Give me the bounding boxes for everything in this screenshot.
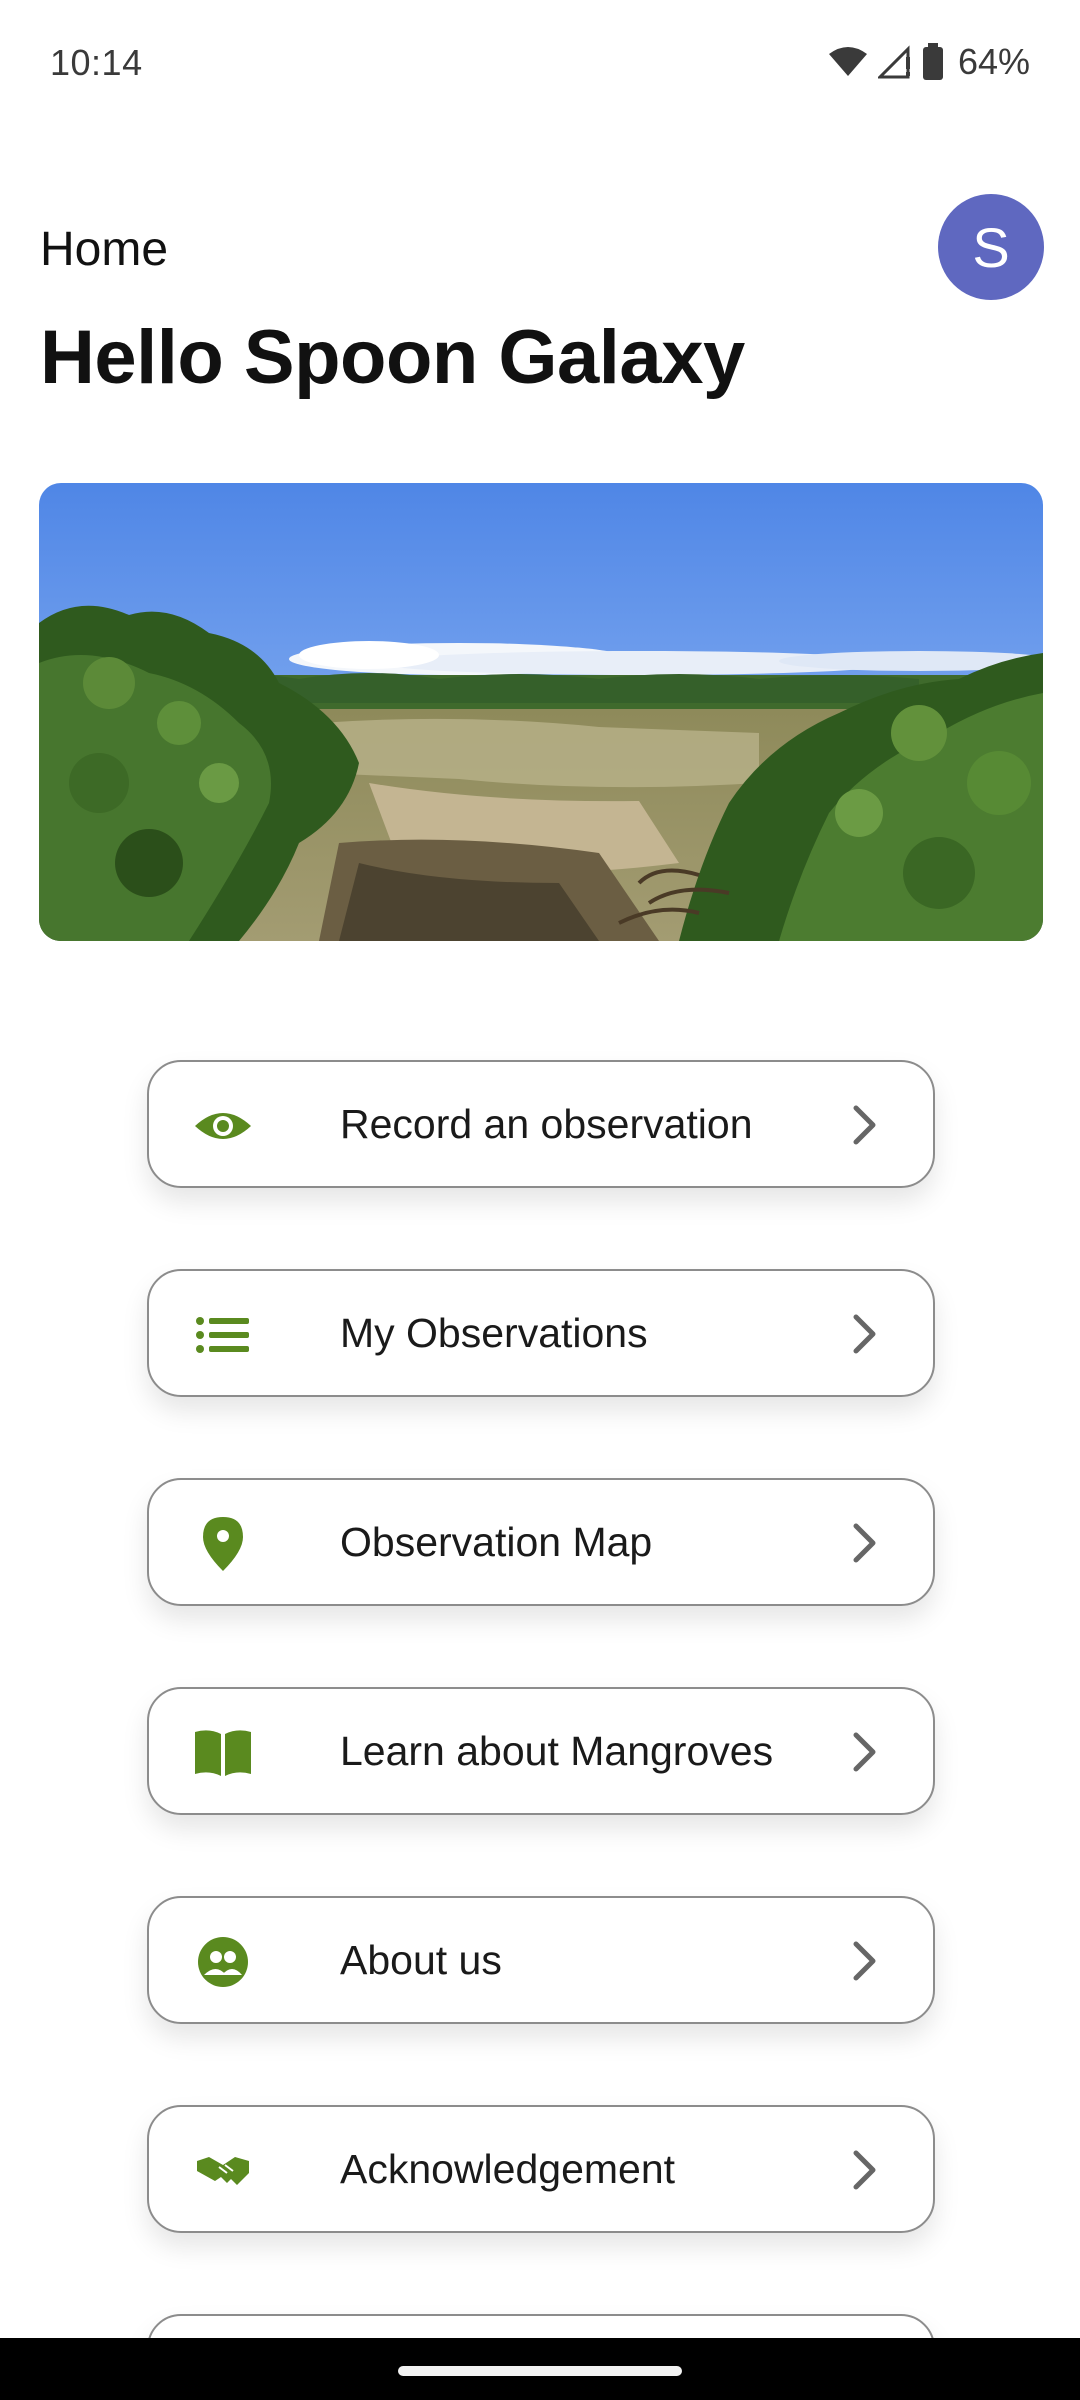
chevron-right-icon [839, 1936, 889, 1986]
menu-item-label: Record an observation [340, 1101, 753, 1147]
battery-icon [922, 43, 944, 81]
list-icon [193, 1305, 253, 1365]
menu-item-label: Acknowledgement [340, 2146, 676, 2192]
chevron-right-icon [839, 1727, 889, 1777]
acknowledgement-button[interactable]: Acknowledgement [147, 2105, 935, 2233]
home-gesture-handle[interactable] [398, 2366, 682, 2376]
page-title: Hello Spoon Galaxy [40, 315, 745, 400]
chevron-right-icon [839, 1309, 889, 1359]
menu-item-label: Learn about Mangroves [340, 1728, 774, 1774]
chevron-right-icon [839, 2145, 889, 2195]
status-time: 10:14 [50, 42, 143, 83]
observation-map-button[interactable]: Observation Map [147, 1478, 935, 1606]
hero-image-mangroves [39, 483, 1043, 941]
my-observations-button[interactable]: My Observations [147, 1269, 935, 1397]
status-icons: 64% [828, 40, 1030, 84]
cellular-signal-icon [877, 45, 912, 79]
map-pin-icon [193, 1514, 253, 1574]
chevron-right-icon [839, 1518, 889, 1568]
page-section-label: Home [40, 223, 169, 276]
learn-mangroves-button[interactable]: Learn about Mangroves [147, 1687, 935, 1815]
avatar-initial: S [972, 215, 1010, 279]
handshake-icon [193, 2141, 253, 2201]
people-icon [193, 1932, 253, 1992]
menu-item-label: About us [340, 1937, 502, 1983]
menu-item-label: Observation Map [340, 1519, 653, 1565]
record-observation-button[interactable]: Record an observation [147, 1060, 935, 1188]
eye-icon [193, 1096, 253, 1156]
status-bar: 10:14 64% [0, 0, 1080, 128]
wifi-icon [828, 46, 868, 78]
book-icon [193, 1723, 253, 1783]
avatar[interactable]: S [938, 194, 1044, 300]
battery-percentage: 64% [957, 41, 1030, 82]
chevron-right-icon [839, 1100, 889, 1150]
menu-item-label: My Observations [340, 1310, 648, 1356]
about-us-button[interactable]: About us [147, 1896, 935, 2024]
home-screen: 10:14 64% Home Hello Spoon Galaxy S Reco… [0, 0, 1080, 2400]
